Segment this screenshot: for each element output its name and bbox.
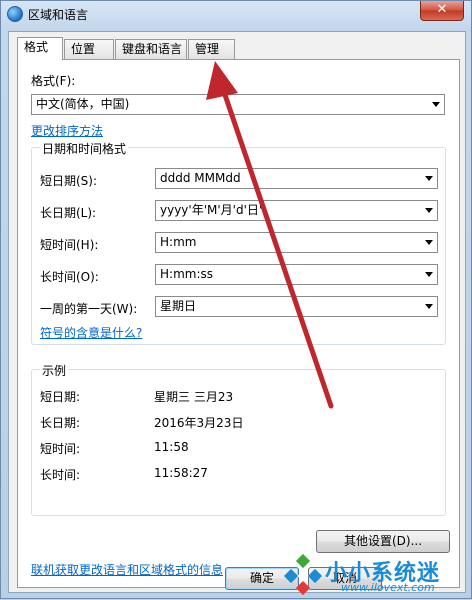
example-short-time-label: 短时间: <box>40 442 81 456</box>
long-time-value: H:mm:ss <box>160 267 213 281</box>
chevron-down-icon <box>425 240 433 245</box>
example-long-date-label: 长日期: <box>40 416 81 430</box>
short-time-value: H:mm <box>160 235 197 249</box>
format-select[interactable]: 中文(简体，中国) <box>31 94 445 115</box>
example-short-date-value: 星期三 三月23 <box>154 390 234 404</box>
short-date-value: dddd MMMdd <box>160 171 241 185</box>
change-sort-link[interactable]: 更改排序方法 <box>31 122 103 139</box>
chevron-down-icon <box>425 176 433 181</box>
short-date-select[interactable]: dddd MMMdd <box>155 168 438 189</box>
close-button[interactable]: ✕ <box>420 1 464 21</box>
region-language-window: 区域和语言 ✕ 格式 位置 键盘和语言 管理 格式(F): 中文(简体，中国) … <box>0 0 472 599</box>
first-day-label: 一周的第一天(W): <box>40 302 138 316</box>
datetime-format-group: 日期和时间格式 短日期(S): dddd MMMdd 长日期(L): yyyy'… <box>31 140 446 345</box>
first-day-select[interactable]: 星期日 <box>155 296 438 317</box>
chevron-down-icon <box>425 208 433 213</box>
datetime-group-title: 日期和时间格式 <box>40 140 129 157</box>
short-time-label: 短时间(H): <box>40 238 99 252</box>
format-label: 格式(F): <box>31 74 76 88</box>
format-select-value: 中文(简体，中国) <box>36 97 130 111</box>
example-short-date-label: 短日期: <box>40 390 81 404</box>
long-date-select[interactable]: yyyy'年'M'月'd'日' <box>155 200 438 221</box>
chevron-down-icon <box>432 102 440 107</box>
chevron-down-icon <box>425 304 433 309</box>
example-short-time-value: 11:58 <box>154 440 189 454</box>
symbol-meaning-link[interactable]: 符号的含意是什么? <box>40 324 142 341</box>
first-day-value: 星期日 <box>160 299 197 313</box>
example-long-date-value: 2016年3月23日 <box>154 416 244 430</box>
window-title: 区域和语言 <box>28 8 89 22</box>
title-bar[interactable]: 区域和语言 ✕ <box>1 1 471 27</box>
long-date-value: yyyy'年'M'月'd'日' <box>160 203 263 217</box>
watermark: 小小系统迷 www.ilovext.com <box>281 554 471 598</box>
examples-group-title: 示例 <box>40 362 69 379</box>
tab-keyboard-language[interactable]: 键盘和语言 <box>115 39 187 59</box>
example-long-time-value: 11:58:27 <box>154 466 208 480</box>
format-tab-panel: 格式(F): 中文(简体，中国) 更改排序方法 日期和时间格式 短日期(S): … <box>17 59 460 588</box>
example-long-time-label: 长时间: <box>40 468 81 482</box>
online-info-link[interactable]: 联机获取更改语言和区域格式的信息 <box>31 561 223 578</box>
dialog-client: 格式 位置 键盘和语言 管理 格式(F): 中文(简体，中国) 更改排序方法 日… <box>8 31 466 593</box>
globe-icon <box>7 6 23 22</box>
other-settings-button[interactable]: 其他设置(D)... <box>316 530 450 553</box>
watermark-logo-icon <box>283 554 323 596</box>
tab-location[interactable]: 位置 <box>64 39 114 59</box>
tab-administrative[interactable]: 管理 <box>188 39 235 59</box>
long-time-select[interactable]: H:mm:ss <box>155 264 438 285</box>
tab-format[interactable]: 格式 <box>17 37 63 60</box>
chevron-down-icon <box>425 272 433 277</box>
short-time-select[interactable]: H:mm <box>155 232 438 253</box>
watermark-url: www.ilovext.com <box>341 581 435 594</box>
long-time-label: 长时间(O): <box>40 270 99 284</box>
examples-group: 示例 短日期: 星期三 三月23 长日期: 2016年3月23日 短时间: 11… <box>31 362 446 516</box>
long-date-label: 长日期(L): <box>40 206 97 220</box>
short-date-label: 短日期(S): <box>40 174 98 188</box>
